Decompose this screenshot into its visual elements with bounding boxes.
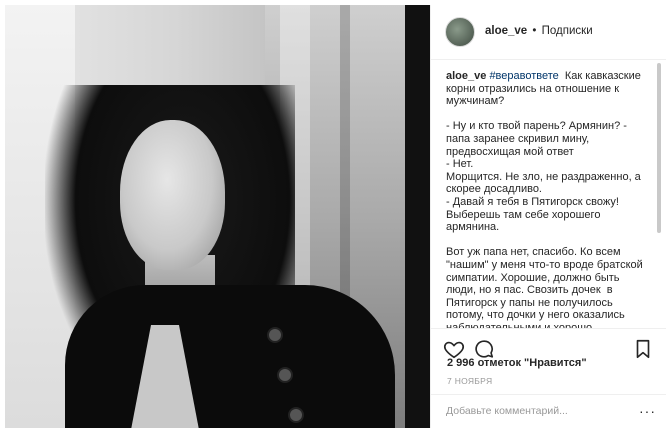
caption-body: Как кавказские корни отразились на отнош… (446, 70, 643, 328)
hashtag-link[interactable]: #веравответе (489, 70, 558, 82)
separator-dot: • (532, 25, 537, 37)
likes-count[interactable]: 2 996 отметок "Нравится" (447, 357, 587, 369)
post-date[interactable]: 7 НОЯБРЯ (447, 376, 492, 386)
photo-coat-button (288, 407, 304, 423)
following-button[interactable]: Подписки (542, 25, 593, 37)
instagram-post-window: aloe_ve • Подписки aloe_ve #веравответе … (0, 0, 670, 433)
username-link[interactable]: aloe_ve (485, 25, 527, 37)
photo-coat-button (267, 327, 283, 343)
caption-scrollbar[interactable] (657, 63, 661, 233)
more-options-icon[interactable]: ··· (639, 403, 656, 419)
photo-coat (65, 285, 395, 428)
avatar[interactable] (445, 17, 475, 47)
post-caption: aloe_ve #веравответе Как кавказские корн… (446, 70, 651, 328)
caption-username[interactable]: aloe_ve (446, 70, 486, 82)
post-side-panel: aloe_ve • Подписки aloe_ve #веравответе … (430, 5, 666, 428)
post-header: aloe_ve • Подписки (431, 5, 666, 60)
photo-coat-button (277, 367, 293, 383)
comment-box: ··· (431, 394, 666, 428)
bookmark-icon[interactable] (632, 338, 654, 360)
header-line: aloe_ve • Подписки (485, 25, 593, 37)
post-photo[interactable] (5, 5, 430, 428)
comment-input[interactable] (446, 405, 626, 417)
photo-face (120, 120, 225, 270)
photo-detail (405, 5, 430, 428)
caption-text-block: aloe_ve #веравответе Как кавказские корн… (446, 70, 651, 328)
